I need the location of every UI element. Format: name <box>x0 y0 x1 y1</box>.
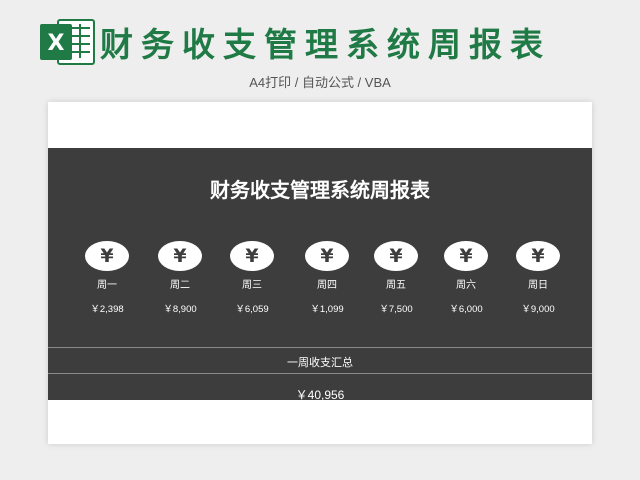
day-amount: ￥2,398 <box>90 304 124 315</box>
day-card-fri: ¥ 周五 ￥7,500 <box>356 241 436 315</box>
day-card-thu: ¥ 周四 ￥1,099 <box>287 241 367 315</box>
day-label: 周五 <box>386 280 406 291</box>
day-card-wed: ¥ 周三 ￥6,059 <box>212 241 292 315</box>
yen-coin-icon: ¥ <box>374 241 418 271</box>
yen-coin-icon: ¥ <box>230 241 274 271</box>
yen-coin-icon: ¥ <box>444 241 488 271</box>
excel-icon: X <box>40 19 95 65</box>
spreadsheet-preview: 财务收支管理系统周报表 ¥ 周一 ￥2,398 ¥ 周二 ￥8,900 ¥ 周三… <box>48 102 592 444</box>
excel-logo-letter: X <box>48 31 65 56</box>
day-amount: ￥8,900 <box>163 304 197 315</box>
day-label: 周日 <box>528 280 548 291</box>
day-card-sun: ¥ 周日 ￥9,000 <box>498 241 578 315</box>
day-label: 周六 <box>456 280 476 291</box>
day-card-tue: ¥ 周二 ￥8,900 <box>140 241 220 315</box>
day-card-sat: ¥ 周六 ￥6,000 <box>426 241 506 315</box>
divider-bottom <box>48 373 592 374</box>
report-title: 财务收支管理系统周报表 <box>210 178 430 202</box>
day-amount: ￥1,099 <box>310 304 344 315</box>
report-panel: 财务收支管理系统周报表 ¥ 周一 ￥2,398 ¥ 周二 ￥8,900 ¥ 周三… <box>48 148 592 402</box>
weekday-row: ¥ 周一 ￥2,398 ¥ 周二 ￥8,900 ¥ 周三 ￥6,059 ¥ 周四… <box>48 241 592 361</box>
yen-coin-icon: ¥ <box>305 241 349 271</box>
summary-label: 一周收支汇总 <box>287 356 353 369</box>
yen-coin-icon: ¥ <box>85 241 129 271</box>
banner-subtitle: A4打印 / 自动公式 / VBA <box>249 75 391 90</box>
day-amount: ￥6,000 <box>449 304 483 315</box>
day-label: 周三 <box>242 280 262 291</box>
yen-coin-icon: ¥ <box>516 241 560 271</box>
day-amount: ￥6,059 <box>235 304 269 315</box>
yen-coin-icon: ¥ <box>158 241 202 271</box>
day-amount: ￥7,500 <box>379 304 413 315</box>
banner-title: 财务收支管理系统周报表 <box>100 25 551 64</box>
promo-header: X 财务收支管理系统周报表 A4打印 / 自动公式 / VBA <box>0 0 640 100</box>
day-label: 周二 <box>170 280 190 291</box>
day-label: 周四 <box>317 280 337 291</box>
divider-top <box>48 347 592 348</box>
day-amount: ￥9,000 <box>521 304 555 315</box>
summary-total: ￥40,956 <box>295 388 345 402</box>
day-card-mon: ¥ 周一 ￥2,398 <box>67 241 147 315</box>
day-label: 周一 <box>97 280 117 291</box>
